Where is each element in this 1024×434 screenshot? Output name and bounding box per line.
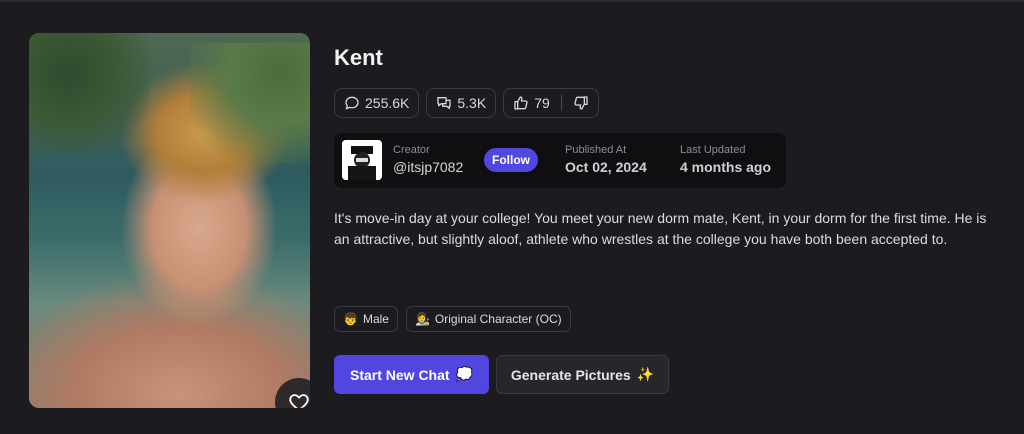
messages-count-pill[interactable]: 5.3K	[426, 88, 497, 118]
tag-original-character[interactable]: 👩‍🎨 Original Character (OC)	[405, 306, 571, 332]
creator-avatar[interactable]	[342, 140, 382, 180]
portrait-foliage-right	[190, 43, 310, 163]
stats-bar: 255.6K 5.3K 79	[334, 88, 599, 118]
chats-count-pill[interactable]: 255.6K	[334, 88, 420, 118]
updated-value: 4 months ago	[680, 159, 772, 175]
tag-list: 👦 Male 👩‍🎨 Original Character (OC)	[334, 306, 571, 332]
generate-label: Generate Pictures	[510, 366, 631, 383]
character-portrait	[29, 33, 310, 408]
messages-count: 5.3K	[457, 95, 487, 111]
creator-card: Creator @itsjp7082 Follow Published At O…	[334, 133, 786, 188]
messages-icon	[437, 97, 452, 109]
chats-count: 255.6K	[365, 95, 410, 111]
creator-avatar-image	[342, 140, 382, 180]
updated-label: Last Updated	[680, 144, 746, 156]
creator-label: Creator	[393, 144, 430, 156]
artist-emoji-icon: 👩‍🎨	[414, 312, 430, 326]
sparkles-icon: ✨	[636, 366, 655, 382]
tag-label: Original Character (OC)	[434, 312, 562, 326]
thumbs-down-icon[interactable]	[573, 95, 589, 111]
follow-button[interactable]: Follow	[484, 148, 538, 172]
chat-bubble-icon	[345, 96, 359, 110]
character-name: Kent	[334, 45, 383, 70]
start-chat-label: Start New Chat	[349, 366, 450, 383]
tag-label: Male	[362, 312, 389, 326]
portrait-foliage	[29, 33, 149, 153]
thumbs-up-icon[interactable]	[513, 95, 529, 111]
heart-icon	[289, 394, 309, 408]
top-divider	[0, 0, 1024, 2]
generate-pictures-button[interactable]: Generate Pictures ✨	[496, 355, 669, 394]
male-emoji-icon: 👦	[343, 312, 358, 326]
published-label: Published At	[565, 144, 627, 156]
thought-bubble-icon: 💭	[455, 366, 473, 382]
likes-count: 79	[534, 95, 550, 111]
tag-male[interactable]: 👦 Male	[334, 306, 398, 332]
published-date: Oct 02, 2024	[565, 159, 647, 175]
start-new-chat-button[interactable]: Start New Chat 💭	[334, 355, 489, 394]
favorite-button[interactable]	[275, 378, 310, 408]
likes-divider	[560, 95, 562, 111]
character-description: It's move-in day at your college! You me…	[334, 210, 987, 247]
likes-pill: 79	[503, 88, 599, 118]
creator-handle[interactable]: @itsjp7082	[393, 159, 463, 175]
